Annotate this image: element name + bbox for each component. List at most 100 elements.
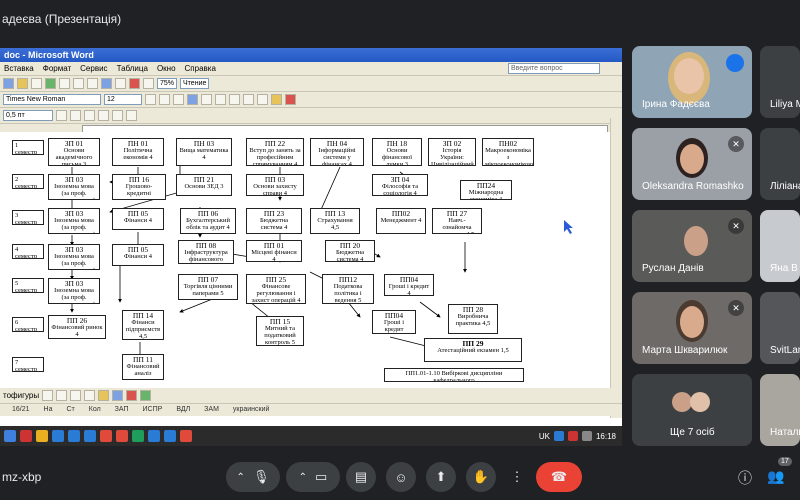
italic-icon[interactable] — [159, 94, 170, 105]
app-icon[interactable] — [20, 430, 32, 442]
drawing-icon[interactable] — [129, 78, 140, 89]
participant-tile[interactable]: Liliya M — [760, 46, 800, 118]
paragraph-icon[interactable] — [143, 78, 154, 89]
participant-tile[interactable]: Ірина Фадєєва — [632, 46, 752, 118]
start-icon[interactable] — [4, 430, 16, 442]
line-color-icon[interactable] — [112, 390, 124, 401]
numbering-icon[interactable] — [243, 94, 254, 105]
save-icon[interactable] — [17, 78, 28, 89]
zoom-combo[interactable]: 75% — [157, 78, 178, 89]
3d-icon[interactable] — [140, 390, 152, 401]
vertical-scrollbar[interactable] — [610, 118, 622, 418]
font-name-combo[interactable]: Times New Roman — [3, 94, 101, 105]
text-color-icon[interactable] — [126, 390, 138, 401]
word-icon[interactable] — [84, 430, 96, 442]
participant-tile[interactable]: SvitLan — [760, 292, 800, 364]
underline-icon[interactable] — [173, 94, 184, 105]
menu-window[interactable]: Окно — [157, 62, 176, 75]
align-left-icon[interactable] — [187, 94, 198, 105]
participant-tile[interactable]: Ліліана — [760, 128, 800, 200]
menu-service[interactable]: Сервис — [80, 62, 107, 75]
semester-6: 6 семестр — [12, 317, 44, 332]
word-window-title: doc - Microsoft Word — [0, 48, 622, 62]
oval-icon[interactable] — [84, 390, 96, 401]
fill-color-icon[interactable] — [98, 390, 110, 401]
participant-tile[interactable]: ✕ Марта Шкварилюк — [632, 292, 752, 364]
menu-format[interactable]: Формат — [43, 62, 71, 75]
print-icon[interactable] — [31, 78, 42, 89]
participant-tile[interactable]: ✕ Oleksandra Romashko — [632, 128, 752, 200]
undo-icon[interactable] — [101, 78, 112, 89]
semester-1: 1 семестр — [12, 140, 44, 155]
more-options-button[interactable]: ⋮ — [506, 462, 528, 492]
participant-tile[interactable]: Яна В — [760, 210, 800, 282]
paste-icon[interactable] — [87, 78, 98, 89]
arrow-icon[interactable] — [56, 390, 68, 401]
bold-icon[interactable] — [145, 94, 156, 105]
font-color-icon[interactable] — [285, 94, 296, 105]
bullets-icon[interactable] — [257, 94, 268, 105]
menu-insert[interactable]: Вставка — [4, 62, 34, 75]
elective-box: ПП1.01-1.10 Вибіркові дисципліни кафедра… — [384, 368, 524, 382]
present-button[interactable]: ⬆ — [426, 462, 456, 492]
chrome-icon[interactable] — [180, 430, 192, 442]
emoji-button[interactable]: ☺ — [386, 462, 416, 492]
line-weight-combo[interactable]: 0,5 пт — [3, 110, 53, 121]
menu-help[interactable]: Справка — [185, 62, 216, 75]
menu-table[interactable]: Таблица — [117, 62, 148, 75]
align-right-icon[interactable] — [215, 94, 226, 105]
captions-button[interactable]: ▤ — [346, 462, 376, 492]
tray-icon[interactable] — [553, 431, 564, 441]
course-box: ПП 21 Основи ЗЕД 3 — [176, 174, 232, 196]
word-icon[interactable] — [148, 430, 160, 442]
chrome-icon[interactable] — [100, 430, 112, 442]
folder-icon[interactable] — [36, 430, 48, 442]
sum-icon[interactable] — [126, 110, 137, 121]
course-box: ЗП 03Іноземна мова (за проф. спрямування… — [48, 244, 100, 270]
participant-tile[interactable]: ✕ Руслан Данів — [632, 210, 752, 282]
participant-tile[interactable]: Натали — [760, 374, 800, 446]
people-icon[interactable]: 👥 — [767, 468, 784, 485]
spell-icon[interactable] — [45, 78, 56, 89]
split-icon[interactable] — [98, 110, 109, 121]
document-page[interactable]: 1 семестр 2 семестр 3 семестр 4 семестр … — [0, 132, 622, 388]
participant-name: Ірина Фадєєва — [642, 99, 710, 110]
ask-question-field[interactable]: Введите вопрос — [508, 63, 600, 74]
standard-toolbar: 75% Чтение — [0, 76, 622, 92]
tray-icon[interactable] — [581, 431, 592, 441]
word-icon[interactable] — [52, 430, 64, 442]
tray-icon[interactable] — [567, 431, 578, 441]
raise-hand-button[interactable]: ✋ — [466, 462, 496, 492]
chrome-icon[interactable] — [116, 430, 128, 442]
sort-icon[interactable] — [112, 110, 123, 121]
semester-5: 5 семестр — [12, 278, 44, 293]
copy-icon[interactable] — [73, 78, 84, 89]
autoshapes-menu[interactable]: тофигуры — [3, 391, 39, 400]
border-icon[interactable] — [56, 110, 67, 121]
leave-call-button[interactable]: ☎ — [536, 462, 582, 492]
excel-icon[interactable] — [132, 430, 144, 442]
shading-icon[interactable] — [70, 110, 81, 121]
merge-icon[interactable] — [84, 110, 95, 121]
semester-4: 4 семестр — [12, 244, 44, 259]
line-icon[interactable] — [42, 390, 54, 401]
align-center-icon[interactable] — [201, 94, 212, 105]
word-icon[interactable] — [164, 430, 176, 442]
rectangle-icon[interactable] — [70, 390, 82, 401]
open-icon[interactable] — [3, 78, 14, 89]
chevron-up-icon: ⌃ — [298, 471, 308, 483]
cut-icon[interactable] — [59, 78, 70, 89]
word-icon[interactable] — [68, 430, 80, 442]
info-icon[interactable]: ⓘ — [738, 468, 752, 488]
participant-name: SvitLan — [770, 345, 800, 356]
read-button[interactable]: Чтение — [180, 78, 210, 89]
font-size-combo[interactable]: 12 — [104, 94, 142, 105]
justify-icon[interactable] — [229, 94, 240, 105]
course-box: ЗП 03Іноземна мова (за проф. спрямування… — [48, 278, 100, 304]
highlight-icon[interactable] — [271, 94, 282, 105]
camera-button[interactable]: ⌃ ▭ — [286, 462, 340, 492]
table-icon[interactable] — [115, 78, 126, 89]
shared-screen: doc - Microsoft Word Вставка Формат Серв… — [0, 48, 622, 446]
mic-button[interactable]: ⌃ 🎙 — [226, 462, 280, 492]
more-participants-tile[interactable]: Ще 7 осіб — [632, 374, 752, 446]
